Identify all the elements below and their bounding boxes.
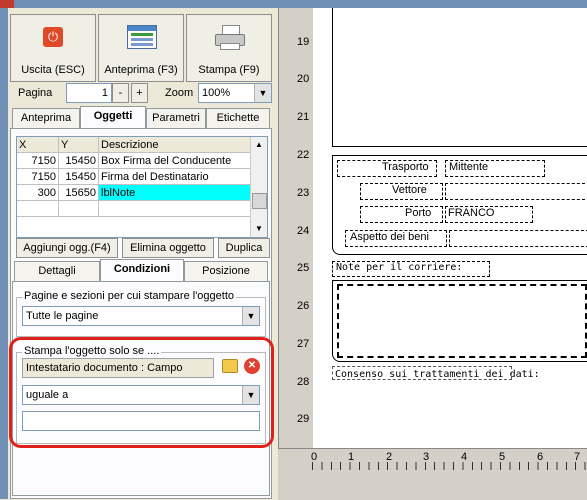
hruler-5: 5 xyxy=(499,451,506,463)
table-row-2-x[interactable]: 7150 xyxy=(17,169,59,185)
scroll-up-icon[interactable]: ▲ xyxy=(251,137,267,153)
column-header-y[interactable]: Y xyxy=(59,137,99,153)
preview-button[interactable]: Anteprima (F3) xyxy=(98,14,184,82)
vruler-24: 24 xyxy=(297,225,310,237)
red-highlight-annotation xyxy=(9,337,274,448)
note-label: Note per il corriere: xyxy=(336,262,463,273)
page-number-input[interactable]: 1 xyxy=(66,83,112,103)
report-top-box[interactable] xyxy=(332,8,587,147)
aspetto-value-box[interactable] xyxy=(449,230,587,247)
column-header-description[interactable]: Descrizione xyxy=(99,137,251,153)
lblnote-selected-box[interactable] xyxy=(337,284,587,358)
table-row-1-description[interactable]: Box Firma del Conducente xyxy=(99,153,251,169)
tab-etichette[interactable]: Etichette xyxy=(206,108,270,128)
consenso-label-box[interactable] xyxy=(332,366,512,380)
window-left-border xyxy=(0,0,8,499)
chevron-down-icon: ▼ xyxy=(242,307,259,325)
hruler-3: 3 xyxy=(423,451,430,463)
vruler-22: 22 xyxy=(297,149,310,161)
window-top-border xyxy=(0,0,587,8)
hruler-1: 1 xyxy=(348,451,355,463)
chevron-down-icon: ▼ xyxy=(254,84,271,102)
vruler-27: 27 xyxy=(297,338,310,350)
table-row-3-description[interactable]: lblNote xyxy=(99,185,251,201)
pages-sections-group-label: Pagine e sezioni per cui stampare l'ogge… xyxy=(22,290,237,302)
zoom-label: Zoom xyxy=(165,87,194,99)
page-next-button[interactable]: + xyxy=(131,83,148,103)
vruler-20: 20 xyxy=(297,73,310,85)
table-row-2-description[interactable]: Firma del Destinatario xyxy=(99,169,251,185)
vettore-value-box[interactable] xyxy=(445,183,587,200)
hruler-4: 4 xyxy=(461,451,468,463)
vruler-25: 25 xyxy=(297,262,310,274)
print-label: Stampa (F9) xyxy=(198,64,260,76)
tab-parametri[interactable]: Parametri xyxy=(146,108,206,128)
printer-icon xyxy=(215,25,245,51)
pages-sections-value: Tutte le pagine xyxy=(26,310,99,322)
zoom-value: 100% xyxy=(202,87,231,99)
tab-oggetti[interactable]: Oggetti xyxy=(80,106,146,128)
column-header-x[interactable]: X xyxy=(17,137,59,153)
vruler-19: 19 xyxy=(297,36,310,48)
vruler-29: 29 xyxy=(297,413,310,425)
objects-table[interactable]: X Y Descrizione 7150 15450 Box Firma del… xyxy=(16,136,268,238)
table-scrollbar[interactable]: ▲ ▼ xyxy=(250,137,267,237)
table-row-3-y[interactable]: 15650 xyxy=(59,185,99,201)
page-prev-button[interactable]: - xyxy=(112,83,129,103)
table-row-empty-description[interactable] xyxy=(99,201,251,217)
table-row-3-x[interactable]: 300 xyxy=(17,185,59,201)
power-icon: ⏻ xyxy=(43,27,63,47)
scroll-thumb[interactable] xyxy=(252,193,267,209)
vettore-label: Vettore xyxy=(392,184,427,196)
exit-label: Uscita (ESC) xyxy=(21,64,85,76)
table-row-empty-x[interactable] xyxy=(17,201,59,217)
table-row-1-y[interactable]: 15450 xyxy=(59,153,99,169)
porto-value: FRANCO xyxy=(448,207,495,219)
table-row-1-x[interactable]: 7150 xyxy=(17,153,59,169)
preview-label: Anteprima (F3) xyxy=(104,64,178,76)
tab-anteprima[interactable]: Anteprima xyxy=(12,108,80,128)
pages-sections-select[interactable]: Tutte le pagine ▼ xyxy=(22,306,260,326)
tab-posizione[interactable]: Posizione xyxy=(184,261,268,281)
hruler-2: 2 xyxy=(386,451,393,463)
porto-label: Porto xyxy=(405,207,432,219)
hruler-ticks xyxy=(312,462,587,470)
vruler-21: 21 xyxy=(297,111,310,123)
vruler-26: 26 xyxy=(297,300,310,312)
hruler-6: 6 xyxy=(537,451,544,463)
scroll-down-icon[interactable]: ▼ xyxy=(251,221,267,237)
trasporto-value: Mittente xyxy=(449,161,489,173)
add-object-button[interactable]: Aggiungi ogg.(F4) xyxy=(16,238,118,258)
aspetto-label: Aspetto dei beni xyxy=(350,231,429,243)
table-row-empty-y[interactable] xyxy=(59,201,99,217)
zoom-select[interactable]: 100% ▼ xyxy=(198,83,272,103)
delete-object-button[interactable]: Elimina oggetto xyxy=(122,238,214,258)
hruler-0: 0 xyxy=(311,451,318,463)
print-button[interactable]: Stampa (F9) xyxy=(186,14,272,82)
hruler-7: 7 xyxy=(574,451,581,463)
preview-icon xyxy=(127,25,157,49)
page-label: Pagina xyxy=(18,87,53,99)
table-row-2-y[interactable]: 15450 xyxy=(59,169,99,185)
duplicate-button[interactable]: Duplica xyxy=(218,238,270,258)
tab-dettagli[interactable]: Dettagli xyxy=(14,261,100,281)
tab-condizioni[interactable]: Condizioni xyxy=(100,259,184,281)
vruler-23: 23 xyxy=(297,187,310,199)
window-corner-icon xyxy=(0,0,14,8)
exit-button[interactable]: ⏻ Uscita (ESC) xyxy=(10,14,96,82)
vruler-28: 28 xyxy=(297,376,310,388)
trasporto-label: Trasporto xyxy=(382,161,429,173)
